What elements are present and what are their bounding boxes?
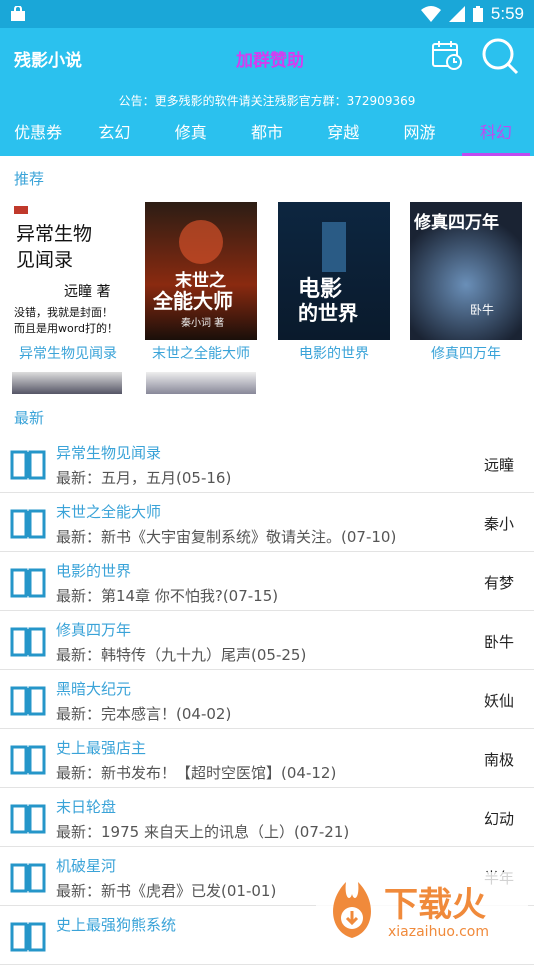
history-calendar-icon[interactable] — [430, 38, 464, 72]
cover-note-1: 没错，我就是封面！ — [14, 305, 113, 319]
book-card[interactable]: 末世之 全能大师 秦小词 著 末世之全能大师 — [137, 196, 265, 366]
book-author: 有梦 — [483, 574, 514, 592]
cover-title-line1: 电影 — [298, 277, 342, 302]
book-name: 史上最强狗熊系统 — [56, 916, 177, 934]
tab-dushi[interactable]: 都市 — [229, 118, 305, 156]
book-icon — [10, 863, 46, 893]
latest-chapter: 最新：完本感言！(04-02) — [56, 705, 232, 723]
cover-title-line1: 末世之 — [175, 270, 226, 291]
book-icon — [10, 686, 46, 716]
book-title: 电影的世界 — [299, 346, 369, 362]
status-bar: 5:59 — [0, 0, 534, 28]
book-cover: 修真四万年 卧牛 — [410, 202, 522, 340]
list-item[interactable]: 末世之全能大师 最新：新书《大宇宙复制系统》敬请关注。(07-10) 秦小 — [0, 493, 534, 552]
book-icon — [10, 804, 46, 834]
book-name: 末世之全能大师 — [56, 503, 162, 521]
book-author: 远瞳 — [483, 456, 514, 474]
book-author: 妖仙 — [483, 692, 514, 710]
latest-chapter: 最新：新书《虎君》已发(01-01) — [56, 882, 277, 900]
book-author: 幻动 — [483, 810, 514, 828]
latest-chapter: 最新：新书发布！【超时空医馆】(04-12) — [56, 764, 337, 782]
tab-xuanhuan[interactable]: 玄幻 — [76, 118, 152, 156]
tab-coupon[interactable]: 优惠券 — [0, 118, 76, 156]
book-cover: 异常生物 见闻录 远瞳 著 没错，我就是封面！ 而且是用word打的！ — [12, 202, 124, 340]
book-name: 史上最强店主 — [56, 739, 147, 757]
cover-note-2: 而且是用word打的！ — [14, 321, 118, 335]
book-author: 南极 — [483, 751, 514, 769]
tab-chuanyue[interactable]: 穿越 — [305, 118, 381, 156]
list-item[interactable]: 黑暗大纪元 最新：完本感言！(04-02) 妖仙 — [0, 670, 534, 729]
latest-chapter: 最新：韩特传（九十九）尾声(05-25) — [56, 646, 307, 664]
book-title: 异常生物见闻录 — [19, 346, 117, 362]
book-icon — [10, 568, 46, 598]
app-title: 残影小说 — [14, 51, 82, 71]
book-name: 修真四万年 — [56, 621, 132, 639]
recommend-label: 推荐 — [14, 170, 45, 188]
book-icon — [10, 450, 46, 480]
book-card[interactable]: 电影 的世界 电影的世界 — [270, 196, 398, 366]
latest-chapter: 最新：第14章 你不怕我?(07-15) — [56, 587, 279, 605]
watermark-text: 下载火 — [384, 885, 486, 925]
latest-chapter: 最新：新书《大宇宙复制系统》敬请关注。(07-10) — [56, 528, 397, 546]
book-name: 异常生物见闻录 — [56, 444, 162, 462]
shopping-bag-icon — [11, 6, 25, 21]
book-author: 秦小 — [483, 515, 514, 533]
book-icon — [10, 509, 46, 539]
tab-xiuzhen[interactable]: 修真 — [153, 118, 229, 156]
book-card[interactable]: 修真四万年 卧牛 修真四万年 — [402, 196, 530, 366]
book-name: 末日轮盘 — [56, 798, 117, 816]
list-item[interactable]: 末日轮盘 最新：1975 来自天上的讯息（上）(07-21) 幻动 — [0, 788, 534, 847]
signal-icon — [448, 6, 465, 22]
cover-author: 秦小词 著 — [181, 316, 224, 329]
category-tabs: 优惠券 玄幻 修真 都市 穿越 网游 科幻 — [0, 118, 534, 156]
clock: 5:59 — [490, 4, 524, 23]
latest-chapter: 最新：1975 来自天上的讯息（上）(07-21) — [56, 823, 350, 841]
list-item[interactable]: 史上最强店主 最新：新书发布！【超时空医馆】(04-12) 南极 — [0, 729, 534, 788]
book-card-partial[interactable] — [12, 372, 122, 394]
latest-label: 最新 — [14, 409, 45, 427]
book-name: 黑暗大纪元 — [56, 680, 132, 698]
book-name: 机破星河 — [56, 857, 117, 875]
list-item[interactable]: 异常生物见闻录 最新：五月，五月(05-16) 远瞳 — [0, 434, 534, 493]
book-icon — [10, 922, 46, 952]
search-icon[interactable] — [480, 36, 520, 76]
book-icon — [10, 627, 46, 657]
book-card-partial[interactable] — [146, 372, 256, 394]
announcement-text: 公告：更多残影的软件请关注残影官方群：372909369 — [118, 94, 416, 108]
list-item[interactable]: 修真四万年 最新：韩特传（九十九）尾声(05-25) 卧牛 — [0, 611, 534, 670]
book-name: 电影的世界 — [56, 562, 132, 580]
latest-chapter: 最新：五月，五月(05-16) — [56, 469, 232, 487]
cover-title-line2: 全能大师 — [152, 289, 233, 313]
book-title: 末世之全能大师 — [152, 346, 250, 362]
book-author: 卧牛 — [483, 633, 514, 651]
book-title: 修真四万年 — [431, 346, 501, 362]
tab-wangyou[interactable]: 网游 — [381, 118, 457, 156]
battery-icon — [472, 6, 483, 22]
list-item[interactable]: 电影的世界 最新：第14章 你不怕我?(07-15) 有梦 — [0, 552, 534, 611]
app-bar: 残影小说 加群赞助 公告：更多残影的软件请关注残影官方群：372909369 — [0, 28, 534, 118]
cover-author: 卧牛 — [470, 302, 494, 317]
book-icon — [10, 745, 46, 775]
book-card[interactable]: 异常生物 见闻录 远瞳 著 没错，我就是封面！ 而且是用word打的！ 异常生物… — [4, 196, 132, 366]
cover-title-line1: 异常生物 — [16, 223, 92, 245]
recommend-grid: 异常生物 见闻录 远瞳 著 没错，我就是封面！ 而且是用word打的！ 异常生物… — [0, 196, 534, 394]
book-cover: 电影 的世界 — [278, 202, 390, 340]
cover-title: 修真四万年 — [413, 212, 499, 233]
watermark-logo: 下载火 xiazaihuo.com — [316, 872, 528, 944]
cover-title-line2: 的世界 — [298, 301, 358, 325]
cover-author: 远瞳 著 — [64, 283, 110, 300]
wifi-icon — [420, 6, 441, 22]
cover-title-line2: 见闻录 — [16, 249, 73, 271]
watermark-url: xiazaihuo.com — [388, 924, 489, 940]
book-cover: 末世之 全能大师 秦小词 著 — [145, 202, 257, 340]
donate-button[interactable]: 加群赞助 — [236, 46, 304, 71]
tab-kehuan[interactable]: 科幻 — [458, 118, 534, 156]
